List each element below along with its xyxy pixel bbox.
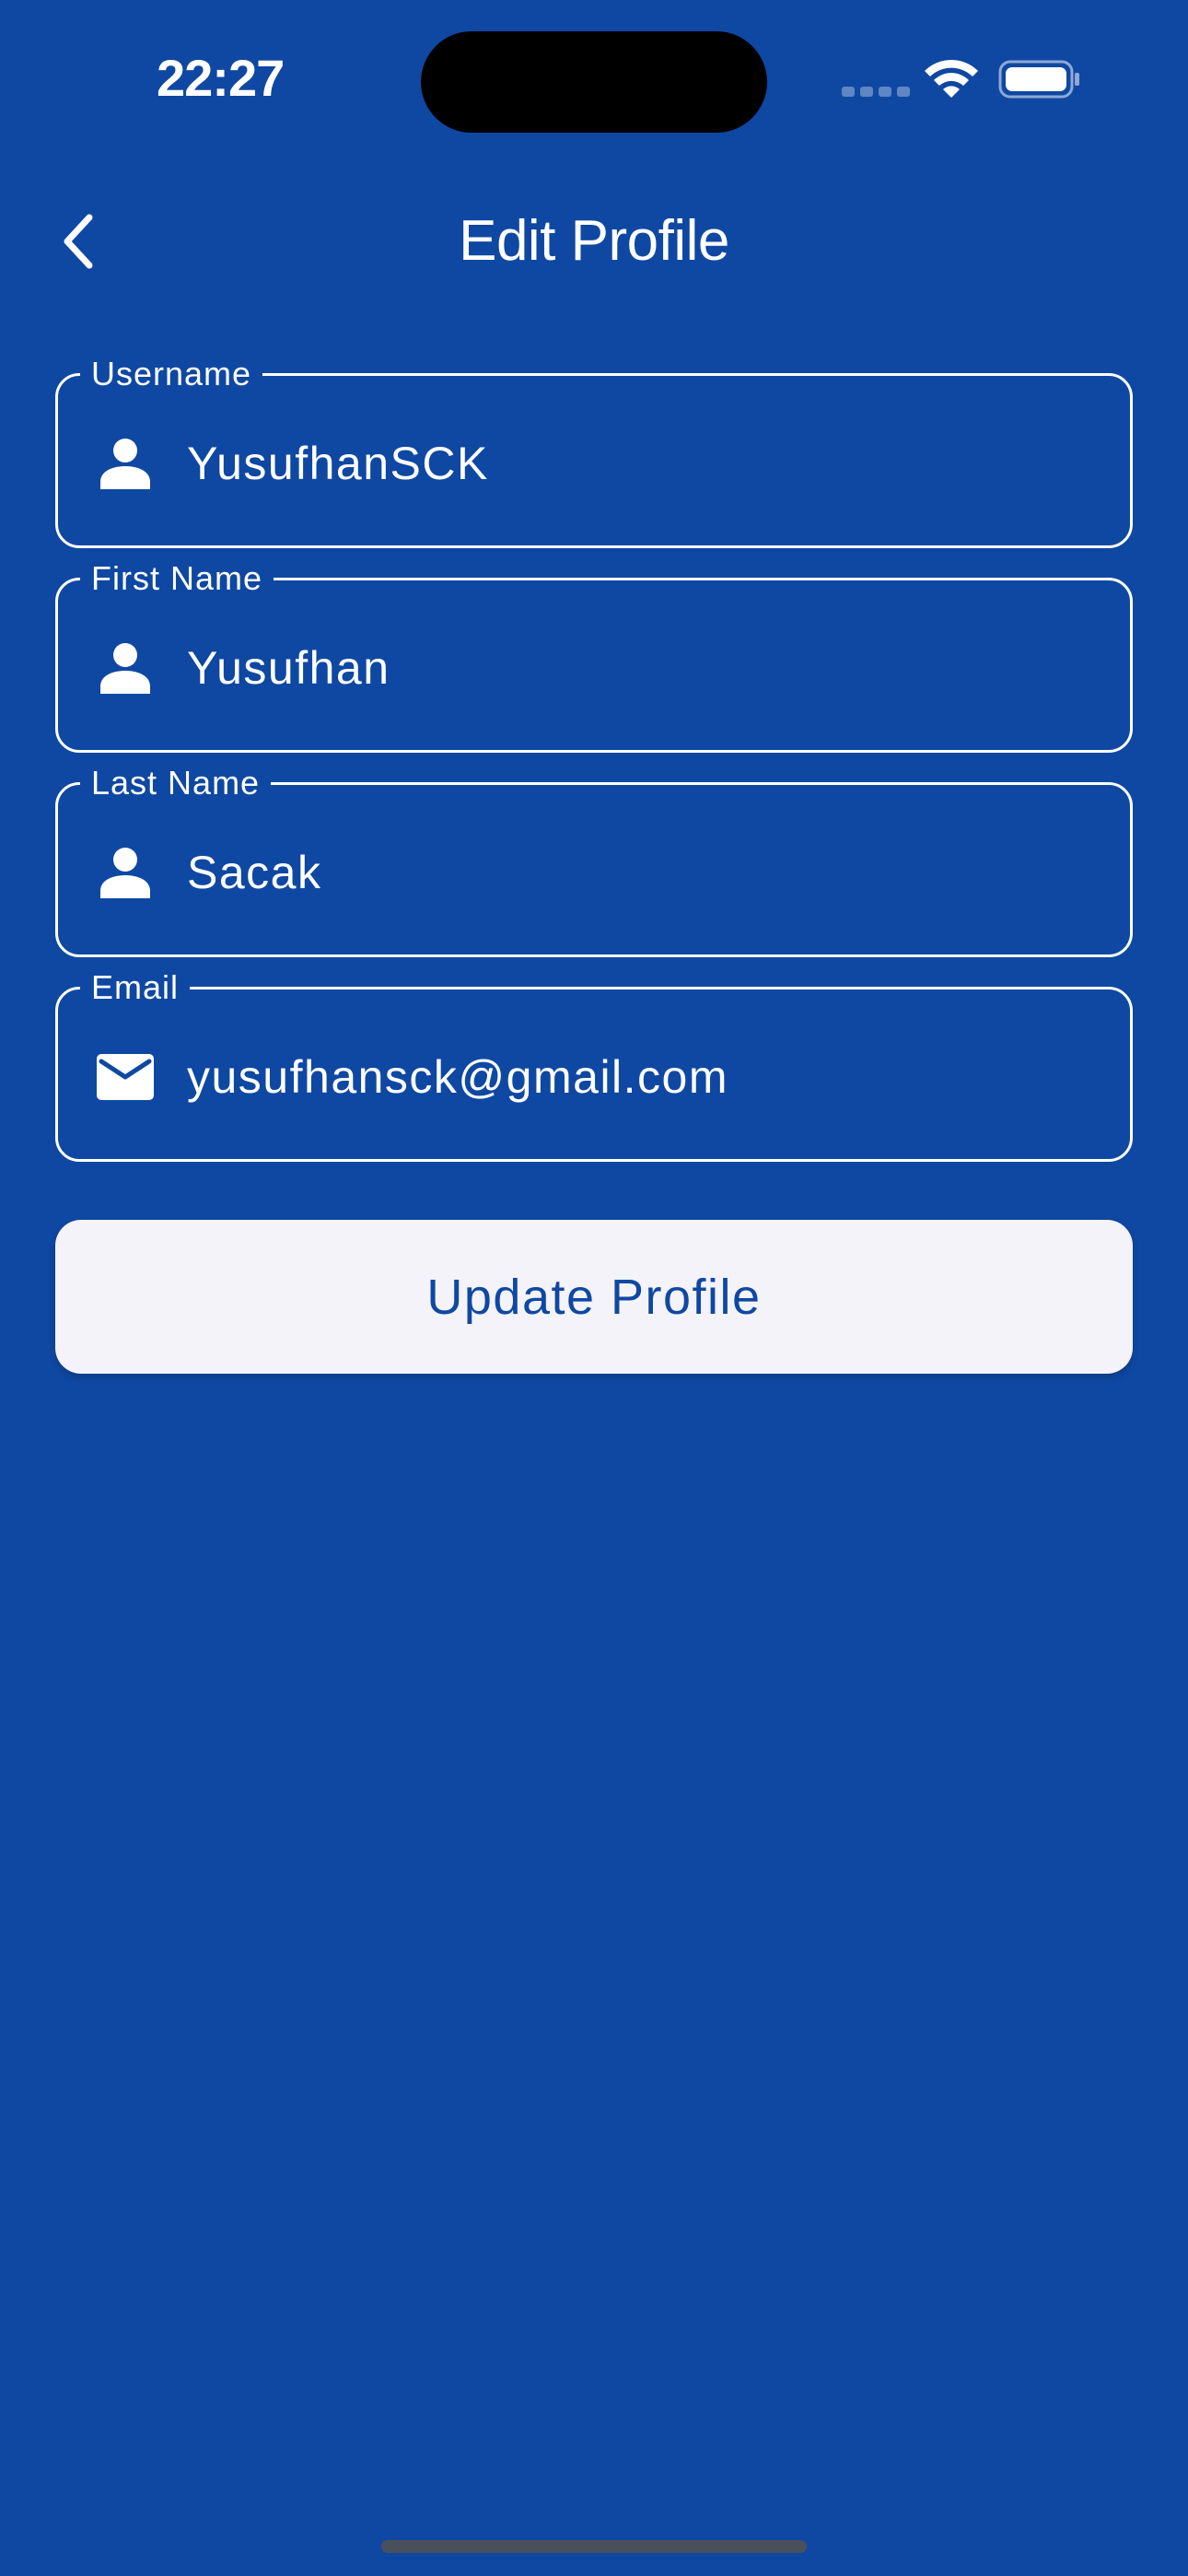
first-name-input[interactable] bbox=[187, 626, 1089, 709]
cellular-signal-icon bbox=[842, 87, 910, 97]
last-name-field[interactable]: Last Name bbox=[55, 765, 1133, 957]
username-input[interactable] bbox=[187, 422, 1089, 505]
home-indicator[interactable] bbox=[381, 2540, 807, 2553]
username-field[interactable]: Username bbox=[55, 356, 1133, 548]
update-profile-button[interactable]: Update Profile bbox=[55, 1220, 1133, 1374]
status-time: 22:27 bbox=[157, 49, 285, 107]
dynamic-island bbox=[421, 31, 767, 133]
wifi-icon bbox=[925, 59, 978, 98]
edit-profile-screen: 22:27 Edit Profile Username First Name bbox=[0, 0, 1188, 2576]
username-label: Username bbox=[80, 356, 263, 392]
page-title: Edit Profile bbox=[459, 209, 729, 273]
mail-icon bbox=[97, 1048, 154, 1106]
first-name-field[interactable]: First Name bbox=[55, 560, 1133, 753]
person-icon bbox=[97, 435, 154, 492]
battery-icon bbox=[998, 60, 1079, 99]
email-field[interactable]: Email bbox=[55, 969, 1133, 1162]
last-name-label: Last Name bbox=[80, 765, 272, 802]
person-icon bbox=[97, 639, 154, 697]
first-name-label: First Name bbox=[80, 560, 274, 597]
person-icon bbox=[97, 844, 154, 901]
email-label: Email bbox=[80, 969, 191, 1006]
email-input[interactable] bbox=[187, 1036, 1089, 1118]
last-name-input[interactable] bbox=[187, 831, 1089, 914]
